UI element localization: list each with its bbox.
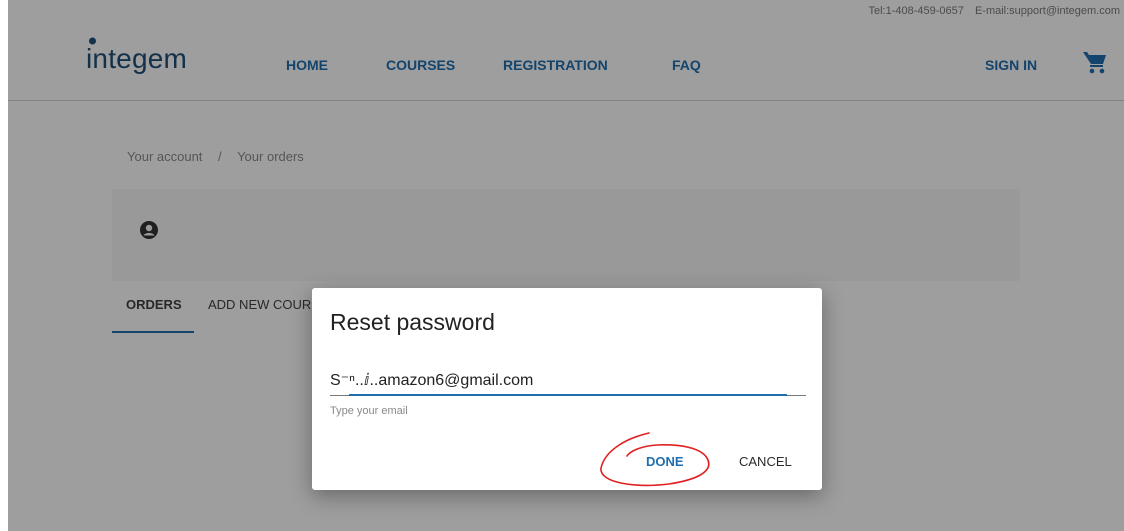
overlay-edge (0, 0, 8, 531)
cancel-button[interactable]: CANCEL (739, 454, 792, 469)
email-focus-underline (349, 394, 787, 396)
email-field[interactable] (330, 365, 806, 396)
reset-password-dialog: Reset password Type your email DONE CANC… (312, 288, 822, 490)
annotation-circle (600, 432, 710, 487)
dialog-title: Reset password (330, 309, 495, 335)
email-hint: Type your email (330, 405, 408, 417)
